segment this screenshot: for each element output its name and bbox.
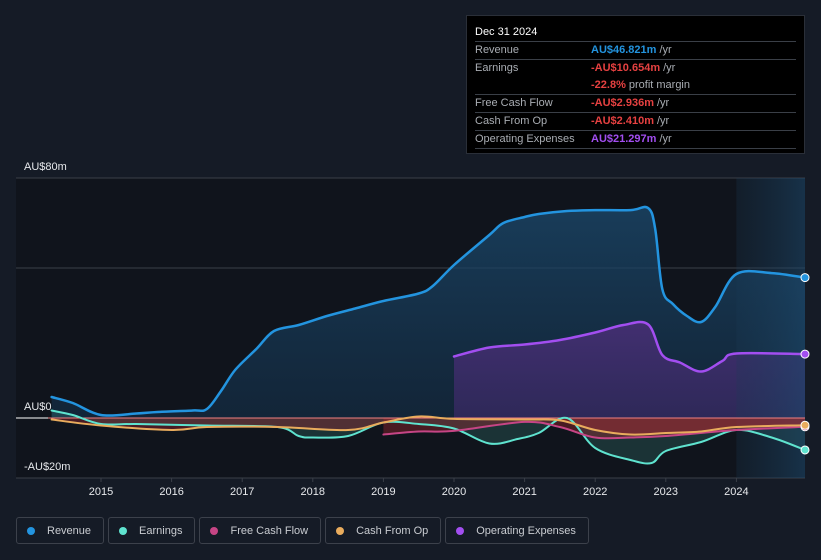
- x-tick-label-2021: 2021: [512, 486, 536, 498]
- tooltip-row-profit-margin: -22.8% profit margin: [475, 77, 796, 95]
- tooltip-value: AU$46.821m: [591, 44, 657, 56]
- tooltip-date: Dec 31 2024: [475, 24, 796, 42]
- tooltip-value: -22.8%: [591, 79, 626, 91]
- legend-label: Revenue: [47, 524, 92, 537]
- x-tick-label-2017: 2017: [230, 486, 254, 498]
- legend-item-revenue[interactable]: Revenue: [16, 517, 105, 544]
- legend-label: Operating Expenses: [476, 524, 576, 537]
- legend-item-earnings[interactable]: Earnings: [108, 517, 196, 544]
- tooltip-row-free-cash-flow: Free Cash Flow -AU$2.936m/yr: [475, 95, 796, 113]
- earnings-end-marker: [800, 445, 810, 455]
- legend-dot-icon: [119, 526, 128, 535]
- legend-label: Cash From Op: [356, 524, 429, 537]
- y-tick-label-80: AU$80m: [24, 161, 67, 173]
- tooltip-row-operating-expenses: Operating Expenses AU$21.297m/yr: [475, 131, 796, 149]
- tooltip-unit: profit margin: [628, 79, 690, 91]
- operating-expenses-end-marker: [800, 349, 810, 359]
- tooltip-unit: /yr: [659, 44, 672, 56]
- x-tick-label-2018: 2018: [301, 486, 325, 498]
- legend-item-cash-from-op[interactable]: Cash From Op: [325, 517, 442, 544]
- tooltip-label: Revenue: [475, 44, 520, 56]
- x-tick-label-2024: 2024: [724, 486, 748, 498]
- x-tick-label-2016: 2016: [159, 486, 183, 498]
- legend-label: Earnings: [139, 524, 183, 537]
- legend-dot-icon: [336, 526, 345, 535]
- tooltip-value: -AU$2.936m: [591, 97, 654, 109]
- tooltip-label: Free Cash Flow: [475, 97, 553, 109]
- tooltip-row-revenue: Revenue AU$46.821m/yr: [475, 42, 796, 60]
- tooltip-value: AU$21.297m: [591, 133, 657, 145]
- legend-label: Free Cash Flow: [230, 524, 309, 537]
- legend-dot-icon: [27, 526, 35, 535]
- tooltip-unit: /yr: [656, 115, 670, 127]
- tooltip-unit: /yr: [659, 133, 672, 145]
- highlight-region: [736, 178, 805, 478]
- x-axis: 2015 2016 2017 2018 2019 2020 2021 2022 2023 2024: [89, 478, 749, 498]
- cash-from-op-end-marker: [800, 420, 810, 430]
- tooltip-label: [475, 77, 591, 94]
- legend-dot-icon: [456, 526, 465, 535]
- tooltip-value: -AU$10.654m: [591, 62, 661, 74]
- x-tick-label-2015: 2015: [89, 486, 113, 498]
- y-tick-label-neg20: -AU$20m: [24, 461, 70, 473]
- legend-item-free-cash-flow[interactable]: Free Cash Flow: [199, 517, 322, 544]
- y-tick-label-0: AU$0: [24, 401, 52, 413]
- tooltip: Dec 31 2024 Revenue AU$46.821m/yr Earnings…: [466, 15, 805, 154]
- x-tick-label-2020: 2020: [442, 486, 466, 498]
- tooltip-row-earnings: Earnings -AU$10.654m/yr: [475, 60, 796, 77]
- tooltip-label: Operating Expenses: [475, 133, 575, 145]
- tooltip-label: Cash From Op: [475, 115, 548, 127]
- tooltip-value: -AU$2.410m: [591, 115, 654, 127]
- legend-item-operating-expenses[interactable]: Operating Expenses: [445, 517, 589, 544]
- x-tick-label-2023: 2023: [654, 486, 678, 498]
- legend-dot-icon: [210, 526, 219, 535]
- x-tick-label-2019: 2019: [371, 486, 395, 498]
- tooltip-row-cash-from-op: Cash From Op -AU$2.410m/yr: [475, 113, 796, 131]
- tooltip-unit: /yr: [663, 62, 676, 74]
- tooltip-unit: /yr: [656, 97, 670, 109]
- revenue-end-marker: [800, 273, 810, 283]
- x-tick-label-2022: 2022: [583, 486, 607, 498]
- legend: Revenue Earnings Free Cash Flow Cash From O…: [16, 517, 589, 544]
- tooltip-label: Earnings: [475, 62, 519, 74]
